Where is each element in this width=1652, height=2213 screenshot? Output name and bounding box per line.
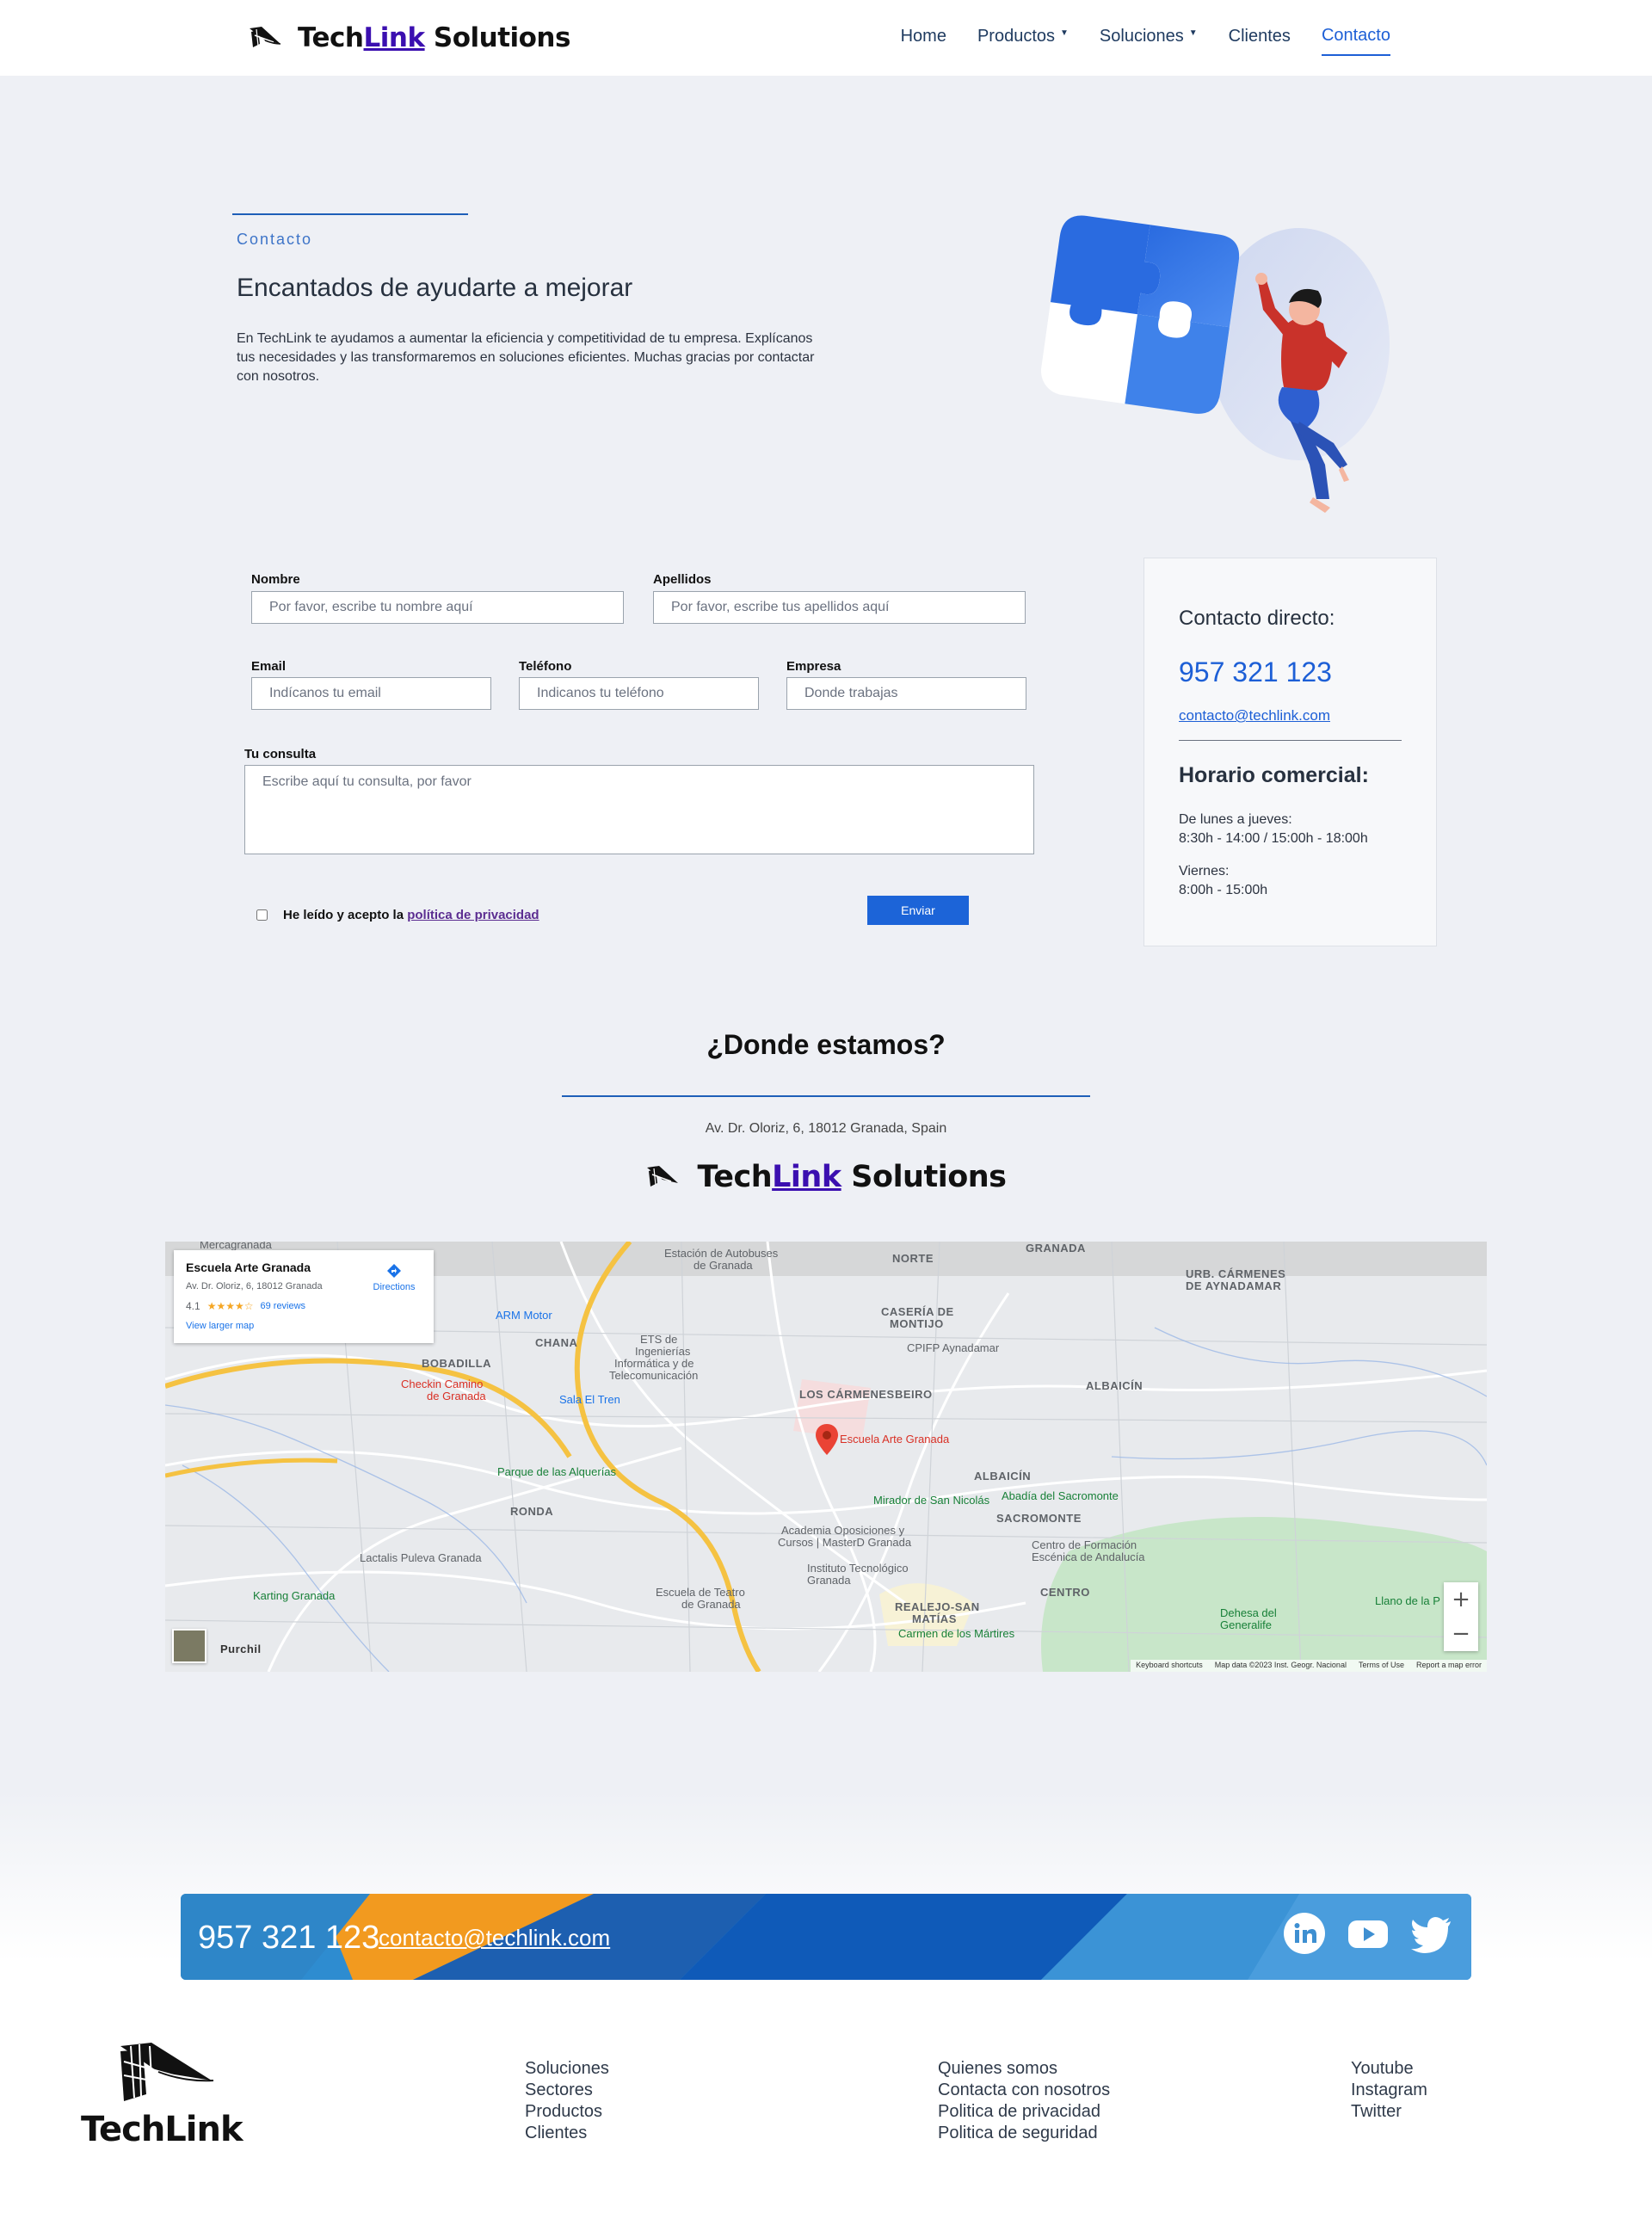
footer-col-solutions: Soluciones Sectores Productos Clientes [525, 2058, 609, 2144]
hero-eyebrow: Contacto [237, 231, 313, 248]
privacy-checkbox[interactable] [256, 909, 268, 921]
schedule-weekdays: De lunes a jueves: 8:30h - 14:00 / 15:00… [1179, 812, 1368, 846]
footer-link[interactable]: Productos [525, 2101, 609, 2123]
location-divider [562, 1095, 1090, 1097]
caret-down-icon: ▼ [1060, 28, 1069, 38]
email-label: Email [251, 659, 287, 674]
privacy-link[interactable]: política de privacidad [407, 908, 539, 922]
empresa-input[interactable] [786, 677, 1026, 710]
location-title: ¿Donde estamos? [706, 1029, 946, 1060]
footer-link[interactable]: Clientes [525, 2123, 609, 2144]
youtube-icon[interactable] [1346, 1911, 1390, 1956]
footer-link[interactable]: Twitter [1351, 2101, 1427, 2123]
card-divider [1179, 740, 1402, 741]
larger-map-link[interactable]: View larger map [186, 1321, 422, 1331]
satellite-toggle[interactable] [172, 1629, 206, 1663]
footer-link[interactable]: Instagram [1351, 2080, 1427, 2101]
map-pin-icon [816, 1424, 838, 1455]
contact-email-link[interactable]: contacto@techlink.com [1179, 707, 1402, 724]
directions-button[interactable]: Directions [368, 1262, 420, 1292]
footer-link[interactable]: Quienes somos [938, 2058, 1110, 2080]
consulta-textarea[interactable] [244, 765, 1034, 854]
apellidos-label: Apellidos [653, 572, 712, 587]
zoom-controls: + − [1444, 1582, 1478, 1651]
footer-link[interactable]: Politica de privacidad [938, 2101, 1110, 2123]
footer-link[interactable]: Soluciones [525, 2058, 609, 2080]
location-address: Av. Dr. Oloriz, 6, 18012 Granada, Spain [705, 1121, 947, 1136]
telefono-label: Teléfono [519, 659, 572, 674]
social-links [1282, 1911, 1454, 1956]
footer-logo-text: TechLink [81, 2110, 243, 2149]
hours-title: Horario comercial: [1179, 763, 1369, 787]
techlink-logo-icon [250, 27, 281, 47]
privacy-consent: He leído y acepto la política de privaci… [256, 908, 539, 922]
directions-icon [387, 1264, 401, 1278]
nav-productos[interactable]: Productos ▼ [977, 26, 1069, 56]
caret-down-icon: ▼ [1188, 28, 1198, 38]
submit-button[interactable]: Enviar [867, 896, 969, 925]
nav-home[interactable]: Home [901, 26, 946, 56]
zoom-out-button[interactable]: − [1444, 1617, 1478, 1651]
place-rating: 4.1 ★★★★☆ 69 reviews [186, 1300, 306, 1312]
map-attribution: Keyboard shortcuts Map data ©2023 Inst. … [1131, 1660, 1487, 1672]
hero-text: En TechLink te ayudamos a aumentar la ef… [237, 331, 815, 384]
brand-logo[interactable]: TechLink Solutions [248, 19, 570, 57]
twitter-icon[interactable] [1409, 1911, 1454, 1956]
techlink-logo-icon [647, 1166, 679, 1187]
nav-clientes[interactable]: Clientes [1229, 26, 1291, 56]
hero-title: Encantados de ayudarte a mejorar [237, 274, 633, 302]
footer-link[interactable]: Sectores [525, 2080, 609, 2101]
nav-soluciones[interactable]: Soluciones ▼ [1100, 26, 1198, 56]
contact-card: Contacto directo: 957 321 123 contacto@t… [1143, 558, 1437, 946]
email-input[interactable] [251, 677, 491, 710]
google-map[interactable]: NORTE GRANADA URB. CÁRMENES DE AYNADAMAR… [165, 1242, 1487, 1672]
puzzle-illustration [1041, 215, 1390, 513]
main-nav: Home Productos ▼ Soluciones ▼ Clientes Con… [870, 26, 1390, 56]
brand-logo-center: TechLink Solutions [0, 1160, 1652, 1194]
star-rating-icon: ★★★★☆ [206, 1300, 254, 1312]
contact-form: Nombre Apellidos Email Teléfono Empresa … [241, 568, 1041, 946]
nav-contacto[interactable]: Contacto [1321, 26, 1390, 56]
zoom-in-button[interactable]: + [1444, 1582, 1478, 1617]
brand-name: TechLink Solutions [298, 22, 570, 53]
footer-col-company: Quienes somos Contacta con nosotros Poli… [938, 2058, 1110, 2144]
nombre-input[interactable] [251, 591, 624, 624]
banner-email-link[interactable]: contacto@techlink.com [379, 1925, 610, 1951]
hero-divider [232, 213, 468, 215]
footer-link[interactable]: Politica de seguridad [938, 2123, 1110, 2144]
contact-phone[interactable]: 957 321 123 [1179, 657, 1402, 688]
footer-link[interactable]: Contacta con nosotros [938, 2080, 1110, 2101]
banner-phone[interactable]: 957 321 123 [198, 1920, 379, 1957]
privacy-text: He leído y acepto la [283, 908, 404, 922]
contact-card-title: Contacto directo: [1179, 607, 1335, 630]
apellidos-input[interactable] [653, 591, 1026, 624]
footer-logo[interactable]: TechLink [81, 2041, 253, 2153]
schedule-friday: Viernes: 8:00h - 15:00h [1179, 864, 1268, 897]
telefono-input[interactable] [519, 677, 759, 710]
empresa-label: Empresa [786, 659, 841, 674]
footer-col-social: Youtube Instagram Twitter [1351, 2058, 1427, 2123]
reviews-link[interactable]: 69 reviews [260, 1301, 305, 1311]
site-header: TechLink Solutions Home Productos ▼ Soluc… [0, 0, 1652, 76]
techlink-logo-icon [120, 2043, 214, 2101]
consulta-label: Tu consulta [244, 747, 317, 761]
contact-banner: 957 321 123 contacto@techlink.com [181, 1894, 1471, 1980]
nombre-label: Nombre [251, 572, 300, 587]
map-pin[interactable]: Escuela Arte Granada [816, 1424, 949, 1459]
map-place-card: Escuela Arte Granada Av. Dr. Oloriz, 6, … [174, 1250, 434, 1343]
footer-link[interactable]: Youtube [1351, 2058, 1427, 2080]
linkedin-icon[interactable] [1282, 1911, 1327, 1956]
